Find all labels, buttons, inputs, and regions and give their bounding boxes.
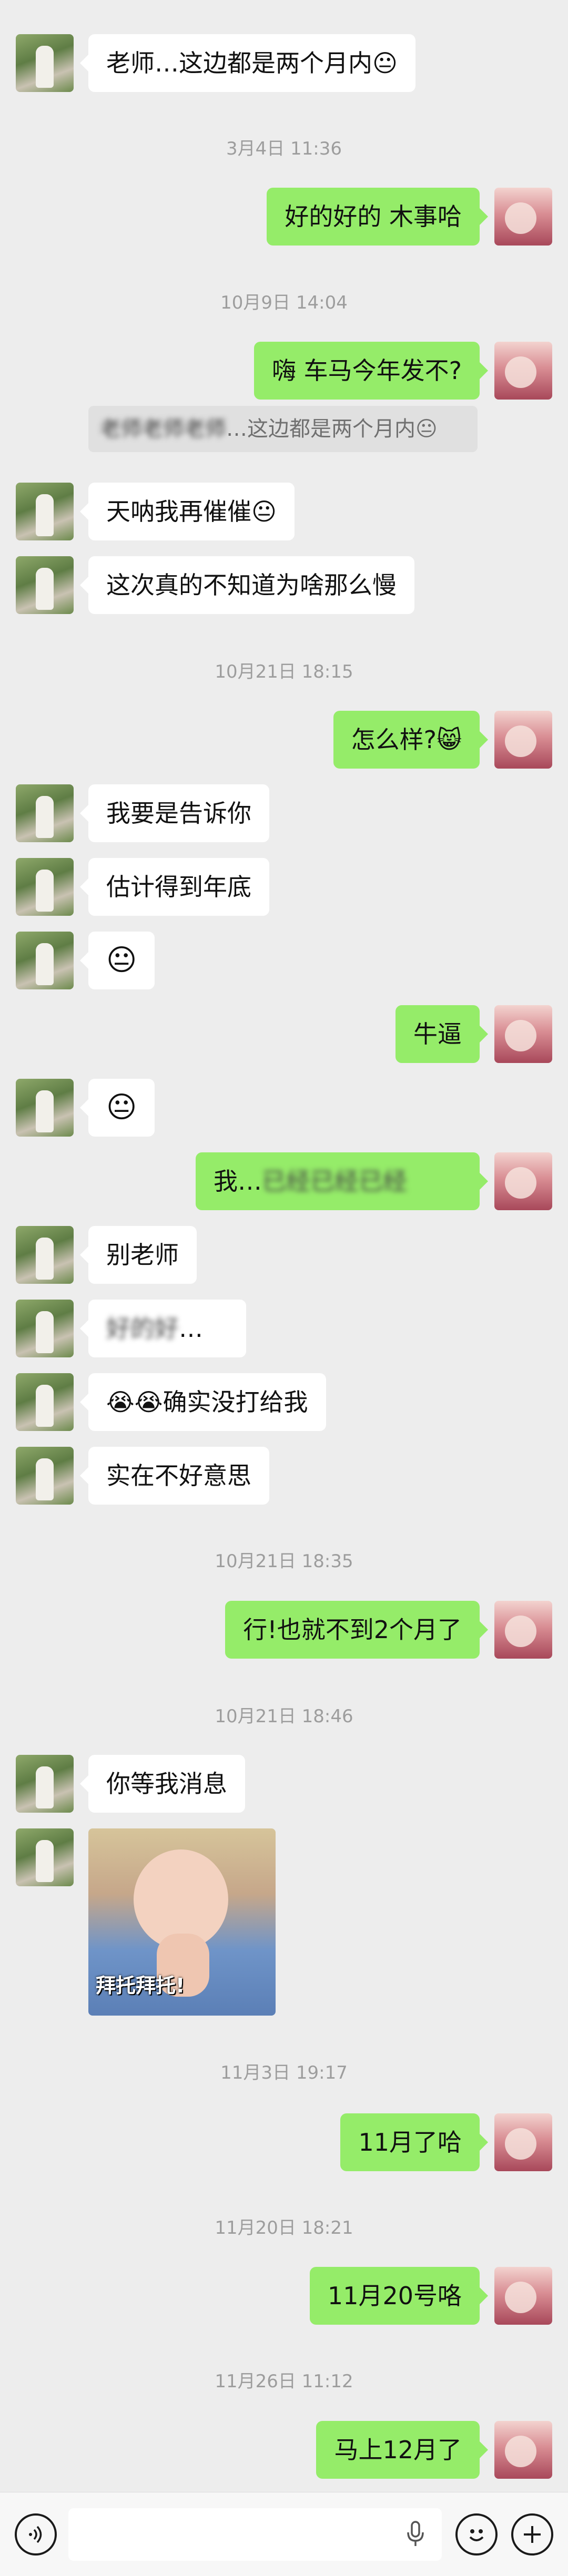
message-bubble[interactable]: 实在不好意思 <box>80 1447 269 1505</box>
message-bubble[interactable]: 天呐我再催催😐 <box>80 483 295 540</box>
chat-area[interactable]: 老师…这边都是两个月内😐 3月4日 11:36 好的好的 木事哈 10月9日 1… <box>0 0 568 2492</box>
contact-avatar[interactable] <box>16 1755 74 1813</box>
timestamp: 3月4日 11:36 <box>226 138 342 159</box>
contact-avatar[interactable] <box>16 1226 74 1284</box>
message-bubble[interactable]: 这次真的不知道为啥那么慢 <box>80 556 414 614</box>
timestamp: 10月9日 14:04 <box>220 292 348 313</box>
my-avatar[interactable] <box>494 2267 552 2325</box>
message-bubble[interactable]: 11月了哈 <box>340 2113 488 2171</box>
message-bubble[interactable]: 你等我消息 <box>80 1755 245 1813</box>
message-bubble[interactable]: 我…已经已经已经 <box>196 1152 488 1210</box>
message-text: 你等我消息 <box>106 1770 227 1798</box>
contact-avatar[interactable] <box>16 784 74 842</box>
contact-avatar[interactable] <box>16 34 74 92</box>
sticker-caption: 拜托拜托! <box>96 1974 185 1997</box>
message-bubble[interactable]: 马上12月了 <box>316 2421 488 2479</box>
message-text: 我要是告诉你 <box>106 799 251 827</box>
my-avatar[interactable] <box>494 1005 552 1063</box>
contact-avatar[interactable] <box>16 858 74 916</box>
plus-icon[interactable] <box>511 2513 553 2555</box>
my-avatar[interactable] <box>494 1601 552 1659</box>
message-text: 这次真的不知道为啥那么慢 <box>106 571 397 599</box>
message-bubble[interactable]: 11月20号咯 <box>309 2267 489 2325</box>
message-text: 老师…这边都是两个月内😐 <box>106 49 398 77</box>
contact-avatar[interactable] <box>16 1079 74 1137</box>
message-bubble[interactable]: 😐 <box>79 932 155 989</box>
message-bubble[interactable]: 怎么样?😸 <box>333 711 489 769</box>
message-text: 11月了哈 <box>358 2128 462 2156</box>
timestamp: 10月21日 18:15 <box>215 661 353 682</box>
contact-avatar[interactable] <box>16 556 74 614</box>
message-bubble[interactable]: 别老师 <box>80 1226 197 1284</box>
message-text: 行!也就不到2个月了 <box>243 1616 462 1644</box>
message-bubble[interactable]: 我要是告诉你 <box>80 784 269 842</box>
voice-icon[interactable] <box>15 2513 57 2555</box>
message-bubble[interactable]: 牛逼 <box>395 1005 488 1063</box>
message-text: … <box>179 1314 203 1343</box>
message-bubble[interactable]: 好的好… <box>80 1300 246 1357</box>
contact-avatar[interactable] <box>16 1447 74 1505</box>
voice-icon-glyph <box>29 2526 42 2543</box>
emoji-icon[interactable] <box>455 2513 498 2555</box>
message-text: 怎么样?😸 <box>351 725 462 754</box>
message-text: 实在不好意思 <box>106 1461 251 1490</box>
message-text: 天呐我再催催😐 <box>106 497 277 526</box>
message-bubble[interactable]: 好的好的 木事哈 <box>267 188 488 246</box>
my-avatar[interactable] <box>494 2421 552 2479</box>
timestamp: 11月3日 19:17 <box>220 2062 348 2083</box>
contact-avatar[interactable] <box>16 483 74 540</box>
contact-avatar[interactable] <box>16 932 74 989</box>
emoji-text: 😐 <box>106 1090 137 1125</box>
message-bubble[interactable]: 😭😭确实没打给我 <box>80 1373 326 1431</box>
redacted-text: 好的好 <box>106 1314 179 1343</box>
timestamp: 11月20日 18:21 <box>215 2217 353 2238</box>
contact-avatar[interactable] <box>16 1828 74 1886</box>
my-avatar[interactable] <box>494 1152 552 1210</box>
my-avatar[interactable] <box>494 342 552 400</box>
plus-icon-glyph <box>524 2526 541 2543</box>
contact-avatar[interactable] <box>16 1300 74 1357</box>
message-text: 估计得到年底 <box>106 873 251 901</box>
my-avatar[interactable] <box>494 711 552 769</box>
timestamp: 10月21日 18:35 <box>215 1551 353 1572</box>
quote-text: …这边都是两个月内😐 <box>226 417 438 441</box>
message-text: 11月20号咯 <box>327 2282 462 2310</box>
mic-icon[interactable] <box>405 2521 426 2548</box>
message-text: 好的好的 木事哈 <box>285 202 462 231</box>
message-bubble[interactable]: 老师…这边都是两个月内😐 <box>80 34 415 92</box>
emoji-text: 😐 <box>106 943 137 977</box>
message-bubble[interactable]: 嗨 车马今年发不? <box>253 342 489 400</box>
input-toolbar <box>0 2492 568 2576</box>
emoji-icon-glyph <box>469 2529 484 2541</box>
timestamp: 10月21日 18:46 <box>215 1706 353 1727</box>
message-text: 马上12月了 <box>334 2436 462 2464</box>
my-avatar[interactable] <box>494 188 552 246</box>
redacted-text: 已经已经已经 <box>262 1167 407 1195</box>
timestamp: 11月26日 11:12 <box>215 2371 353 2392</box>
message-text: 牛逼 <box>413 1020 462 1048</box>
message-input[interactable] <box>68 2508 442 2561</box>
message-text: 😭😭确实没打给我 <box>106 1388 308 1416</box>
message-text: 嗨 车马今年发不? <box>271 356 462 385</box>
redacted-text: 老师老师老师 <box>100 417 226 441</box>
sticker-image[interactable]: 拜托拜托! <box>88 1828 276 2016</box>
contact-avatar[interactable] <box>16 1373 74 1431</box>
message-text: 别老师 <box>106 1241 179 1269</box>
message-bubble[interactable]: 估计得到年底 <box>80 858 269 916</box>
message-bubble[interactable]: 😐 <box>79 1079 155 1137</box>
message-bubble[interactable]: 行!也就不到2个月了 <box>225 1601 488 1659</box>
message-text: 我… <box>214 1167 262 1195</box>
quoted-message[interactable]: 老师老师老师…这边都是两个月内😐 <box>88 406 478 452</box>
my-avatar[interactable] <box>494 2113 552 2171</box>
